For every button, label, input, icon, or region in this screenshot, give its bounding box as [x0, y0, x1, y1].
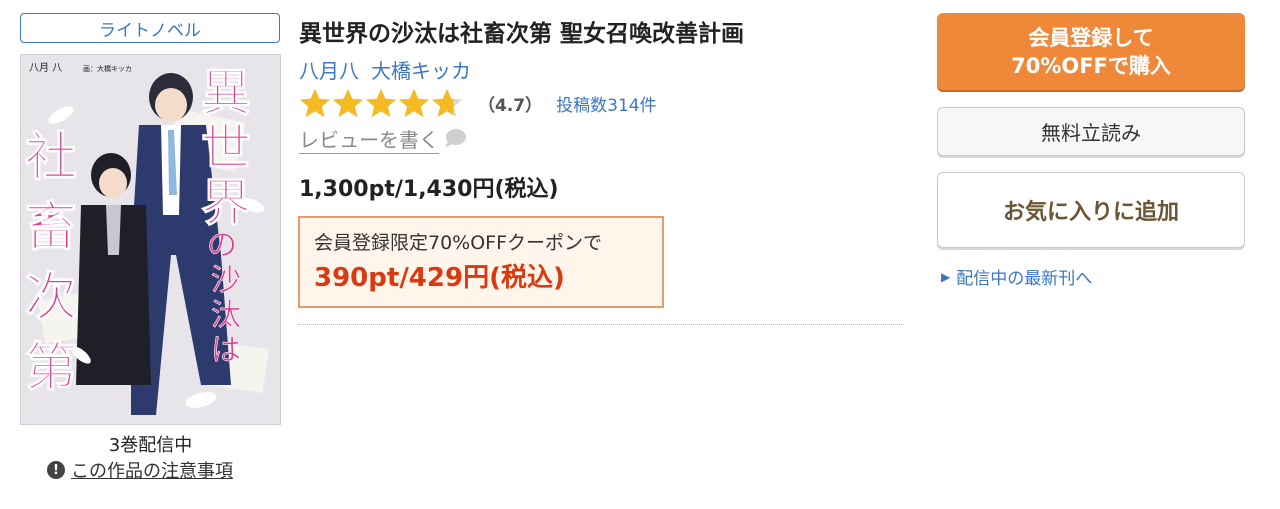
cover-title-char: 畜: [25, 198, 77, 258]
author-link[interactable]: 八月八: [299, 59, 359, 83]
cover-title-char: 次: [25, 268, 77, 328]
star-icon: [366, 89, 396, 117]
write-review-label: レビューを書く: [299, 124, 439, 154]
book-title: 異世界の沙汰は社畜次第 聖女召喚改善計画: [299, 21, 745, 47]
svg-text:の: の: [207, 228, 237, 263]
triangle-right-icon: ▶: [941, 269, 951, 284]
star-icon: [399, 89, 429, 117]
rating-score: （4.7）: [478, 96, 543, 116]
content-notice[interactable]: ! この作品の注意事項: [47, 457, 233, 483]
author-list: 八月八 大橋キッカ: [299, 55, 483, 84]
rating-row: （4.7） 投稿数314件: [299, 88, 657, 119]
latest-volume-label: 配信中の最新刊へ: [956, 269, 1093, 289]
star-icon: [333, 89, 363, 117]
book-cover-image[interactable]: 八月 八 画：大橋キッカ 異 世 界 社 畜 次 第 の 沙 汰 は: [20, 54, 281, 425]
exclamation-icon: !: [47, 461, 65, 479]
divider: [298, 324, 904, 325]
add-to-favorites-button[interactable]: お気に入りに追加: [937, 172, 1245, 248]
buy-button-line1: 会員登録して: [1028, 25, 1154, 50]
cover-title-char: 界: [201, 174, 251, 232]
buy-button-line2: 70%OFFで購入: [1011, 53, 1171, 78]
svg-text:は: は: [211, 333, 241, 368]
svg-text:汰: 汰: [211, 298, 241, 333]
coupon-description: 会員登録限定70%OFFクーポンで: [314, 232, 603, 254]
cover-title-char: 第: [25, 338, 77, 398]
review-count-link[interactable]: 投稿数314件: [556, 91, 656, 116]
star-icon: [432, 89, 462, 117]
free-preview-button[interactable]: 無料立読み: [937, 107, 1245, 156]
star-rating: [299, 88, 464, 119]
illustrator-link[interactable]: 大橋キッカ: [371, 59, 471, 83]
coupon-box: 会員登録限定70%OFFクーポンで 390pt/429円(税込): [298, 216, 664, 308]
price: 1,300pt/1,430円(税込): [299, 177, 559, 202]
volumes-available: 3巻配信中: [108, 435, 193, 456]
star-icon: [300, 89, 330, 117]
coupon-price: 390pt/429円(税込): [314, 263, 565, 293]
cover-title-char: 社: [25, 128, 77, 188]
register-and-buy-button[interactable]: 会員登録して 70%OFFで購入: [937, 13, 1245, 90]
latest-volume-link[interactable]: ▶ 配信中の最新刊へ: [941, 264, 1092, 289]
content-notice-link[interactable]: この作品の注意事項: [71, 457, 233, 483]
svg-text:沙: 沙: [211, 263, 241, 298]
cover-title-char: 世: [201, 119, 251, 177]
speech-bubble-icon: [445, 129, 466, 148]
category-badge[interactable]: ライトノベル: [20, 13, 280, 43]
cover-author-text: 八月 八: [29, 62, 62, 74]
write-review-link[interactable]: レビューを書く: [299, 124, 467, 154]
cover-title-char: 異: [201, 64, 251, 122]
cover-illustrator-text: 画：大橋キッカ: [83, 64, 132, 73]
